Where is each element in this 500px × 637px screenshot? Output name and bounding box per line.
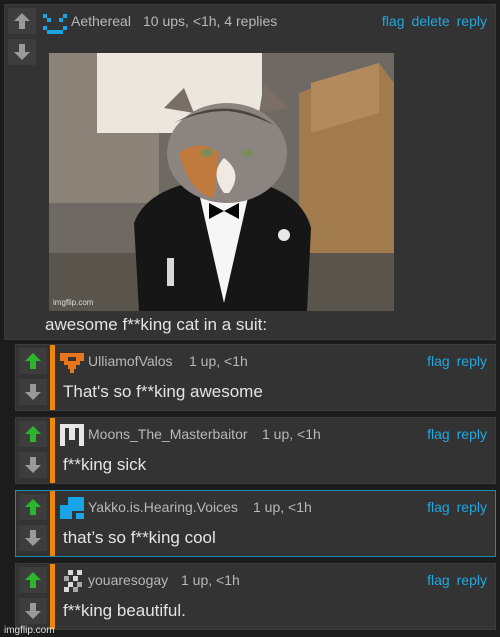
arrow-down-icon xyxy=(25,530,41,546)
comment-text: That's so f**king awesome xyxy=(63,382,263,401)
reply-link[interactable]: reply xyxy=(457,353,487,369)
comment-meta: Aethereal 10 ups, <1h, 4 replies flag de… xyxy=(5,12,487,34)
username[interactable]: Yakko.is.Hearing.Voices xyxy=(88,499,238,515)
avatar[interactable] xyxy=(60,497,84,519)
comment-meta: Yakko.is.Hearing.Voices 1 up, <1h flag r… xyxy=(16,497,487,519)
reply-comment: Moons_The_Masterbaitor 1 up, <1h flag re… xyxy=(15,417,496,484)
username[interactable]: Aethereal xyxy=(71,13,131,29)
comment-stats: 1 up, <1h xyxy=(189,353,248,369)
arrow-down-icon xyxy=(25,457,41,473)
parent-comment: Aethereal 10 ups, <1h, 4 replies flag de… xyxy=(4,4,496,340)
cat-in-suit-image xyxy=(49,53,394,311)
downvote-button[interactable] xyxy=(8,39,36,65)
reply-link[interactable]: reply xyxy=(457,572,487,588)
comment-meta: UlliamofValos 1 up, <1h flag reply xyxy=(16,351,487,373)
username[interactable]: youaresogay xyxy=(88,572,168,588)
comment-text: awesome f**king cat in a suit: xyxy=(45,315,268,334)
comment-text: that’s so f**king cool xyxy=(63,528,216,547)
downvote-button[interactable] xyxy=(19,598,47,624)
comment-stats: 10 ups, <1h, 4 replies xyxy=(143,13,278,29)
comment-actions: flag reply xyxy=(427,426,487,442)
comment-meta: youaresogay 1 up, <1h flag reply xyxy=(16,570,487,592)
image-watermark: imgflip.com xyxy=(53,298,94,307)
comment-meta: Moons_The_Masterbaitor 1 up, <1h flag re… xyxy=(16,424,487,446)
comment-stats: 1 up, <1h xyxy=(181,572,240,588)
reply-comment: UlliamofValos 1 up, <1h flag reply That'… xyxy=(15,344,496,411)
comment-actions: flag reply xyxy=(427,572,487,588)
vote-controls xyxy=(5,5,39,339)
arrow-down-icon xyxy=(14,44,30,60)
delete-link[interactable]: delete xyxy=(411,13,449,29)
comment-text: f**king beautiful. xyxy=(63,601,186,620)
reply-comment: Yakko.is.Hearing.Voices 1 up, <1h flag r… xyxy=(15,490,496,557)
avatar[interactable] xyxy=(60,351,84,373)
avatar[interactable] xyxy=(43,12,67,34)
comment-stats: 1 up, <1h xyxy=(253,499,312,515)
flag-link[interactable]: flag xyxy=(427,499,450,515)
comment-text: f**king sick xyxy=(63,455,147,474)
username[interactable]: Moons_The_Masterbaitor xyxy=(88,426,248,442)
comment-actions: flag delete reply xyxy=(382,13,487,29)
username[interactable]: UlliamofValos xyxy=(88,353,173,369)
reply-link[interactable]: reply xyxy=(457,426,487,442)
avatar[interactable] xyxy=(60,424,84,446)
imgflip-watermark: imgflip.com xyxy=(4,625,55,636)
reply-link[interactable]: reply xyxy=(457,13,487,29)
meme-image[interactable]: imgflip.com xyxy=(49,53,394,311)
comment-stats: 1 up, <1h xyxy=(262,426,321,442)
downvote-button[interactable] xyxy=(19,525,47,551)
flag-link[interactable]: flag xyxy=(427,353,450,369)
reply-comment: youaresogay 1 up, <1h flag reply f**king… xyxy=(15,563,496,630)
arrow-down-icon xyxy=(25,384,41,400)
avatar[interactable] xyxy=(64,570,88,592)
flag-link[interactable]: flag xyxy=(427,426,450,442)
downvote-button[interactable] xyxy=(19,452,47,478)
comment-actions: flag reply xyxy=(427,499,487,515)
comment-actions: flag reply xyxy=(427,353,487,369)
downvote-button[interactable] xyxy=(19,379,47,405)
flag-link[interactable]: flag xyxy=(427,572,450,588)
reply-link[interactable]: reply xyxy=(457,499,487,515)
flag-link[interactable]: flag xyxy=(382,13,405,29)
arrow-down-icon xyxy=(25,603,41,619)
